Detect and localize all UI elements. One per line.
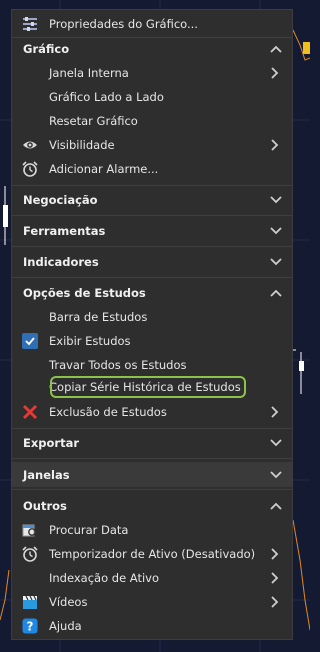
menu-item-adicionar-alarme[interactable]: Adicionar Alarme... — [12, 158, 292, 180]
section-janelas[interactable]: Janelas — [12, 462, 292, 487]
alarm-clock-icon — [22, 161, 38, 177]
chevron-down-icon — [270, 439, 282, 447]
chart-properties-icon — [22, 16, 38, 32]
section-ferramentas-title: Ferramentas — [23, 224, 106, 238]
menu-item-travar-estudos[interactable]: Travar Todos os Estudos — [12, 354, 292, 376]
divider — [12, 246, 292, 247]
chevron-right-icon — [271, 572, 279, 584]
videos-label: Vídeos — [49, 595, 88, 609]
chevron-down-icon — [270, 470, 282, 478]
menu-item-videos[interactable]: Vídeos — [12, 591, 292, 613]
divider — [12, 215, 292, 216]
section-opcoes-de-estudos[interactable]: Opções de Estudos — [12, 281, 292, 305]
indexacao-label: Indexação de Ativo — [49, 571, 160, 585]
chart-context-menu: Propriedades do Gráfico... Gráfico Janel… — [11, 9, 293, 640]
section-indicadores-title: Indicadores — [23, 255, 99, 269]
exibir-estudos-label: Exibir Estudos — [49, 334, 131, 348]
chevron-down-icon — [270, 227, 282, 235]
clapperboard-icon — [22, 594, 38, 610]
visibilidade-label: Visibilidade — [49, 138, 115, 152]
section-grafico[interactable]: Gráfico — [12, 37, 292, 61]
svg-text:?: ? — [27, 620, 34, 634]
alarm-clock-icon — [22, 546, 38, 562]
section-janelas-title: Janelas — [23, 467, 70, 482]
chevron-up-icon — [270, 45, 282, 53]
menu-item-indexacao[interactable]: Indexação de Ativo — [12, 567, 292, 589]
lado-a-lado-label: Gráfico Lado a Lado — [49, 90, 164, 104]
section-negociacao-title: Negociação — [23, 193, 98, 207]
chevron-right-icon — [271, 548, 279, 560]
help-icon: ? — [22, 618, 38, 634]
divider — [12, 428, 292, 429]
temporizador-label: Temporizador de Ativo (Desativado) — [49, 547, 256, 561]
menu-item-exibir-estudos[interactable]: Exibir Estudos — [12, 330, 292, 352]
checkbox-checked-icon[interactable] — [22, 333, 38, 349]
chevron-right-icon — [271, 67, 279, 79]
menu-item-resetar-grafico[interactable]: Resetar Gráfico — [12, 110, 292, 132]
menu-item-ajuda[interactable]: ? Ajuda — [12, 615, 292, 637]
menu-item-exclusao-de-estudos[interactable]: Exclusão de Estudos — [12, 401, 292, 423]
divider — [12, 489, 292, 490]
menu-item-grafico-lado-a-lado[interactable]: Gráfico Lado a Lado — [12, 86, 292, 108]
section-ferramentas[interactable]: Ferramentas — [12, 219, 292, 243]
exclusao-estudos-label: Exclusão de Estudos — [49, 405, 167, 419]
adicionar-alarme-label: Adicionar Alarme... — [49, 162, 159, 176]
menu-item-barra-de-estudos[interactable]: Barra de Estudos — [12, 306, 292, 328]
calendar-search-icon — [22, 522, 38, 538]
delete-x-icon — [22, 404, 38, 420]
focus-highlight — [50, 376, 246, 398]
chart-properties-label: Propriedades do Gráfico... — [49, 17, 198, 31]
ajuda-label: Ajuda — [49, 619, 82, 633]
chart-properties-item[interactable]: Propriedades do Gráfico... — [12, 13, 292, 35]
section-indicadores[interactable]: Indicadores — [12, 250, 292, 274]
barra-estudos-label: Barra de Estudos — [49, 310, 148, 324]
chevron-up-icon — [270, 289, 282, 297]
chevron-down-icon — [270, 258, 282, 266]
menu-item-temporizador[interactable]: Temporizador de Ativo (Desativado) — [12, 543, 292, 565]
travar-estudos-label: Travar Todos os Estudos — [49, 358, 187, 372]
section-grafico-title: Gráfico — [23, 42, 70, 56]
eye-icon — [22, 137, 38, 153]
section-exportar-title: Exportar — [23, 436, 80, 450]
section-outros[interactable]: Outros — [12, 494, 292, 518]
chevron-up-icon — [270, 502, 282, 510]
chevron-right-icon — [271, 596, 279, 608]
section-negociacao[interactable]: Negociação — [12, 188, 292, 212]
section-exportar[interactable]: Exportar — [12, 431, 292, 455]
divider — [12, 185, 292, 186]
menu-item-visibilidade[interactable]: Visibilidade — [12, 134, 292, 156]
menu-item-procurar-data[interactable]: Procurar Data — [12, 519, 292, 541]
section-outros-title: Outros — [23, 499, 67, 513]
menu-item-janela-interna[interactable]: Janela Interna — [12, 62, 292, 84]
divider — [12, 458, 292, 459]
chevron-down-icon — [270, 196, 282, 204]
chevron-right-icon — [271, 139, 279, 151]
divider — [12, 277, 292, 278]
procurar-data-label: Procurar Data — [49, 523, 129, 537]
resetar-label: Resetar Gráfico — [49, 114, 138, 128]
section-opcoes-title: Opções de Estudos — [23, 286, 146, 300]
janela-interna-label: Janela Interna — [49, 66, 129, 80]
chevron-right-icon — [271, 406, 279, 418]
